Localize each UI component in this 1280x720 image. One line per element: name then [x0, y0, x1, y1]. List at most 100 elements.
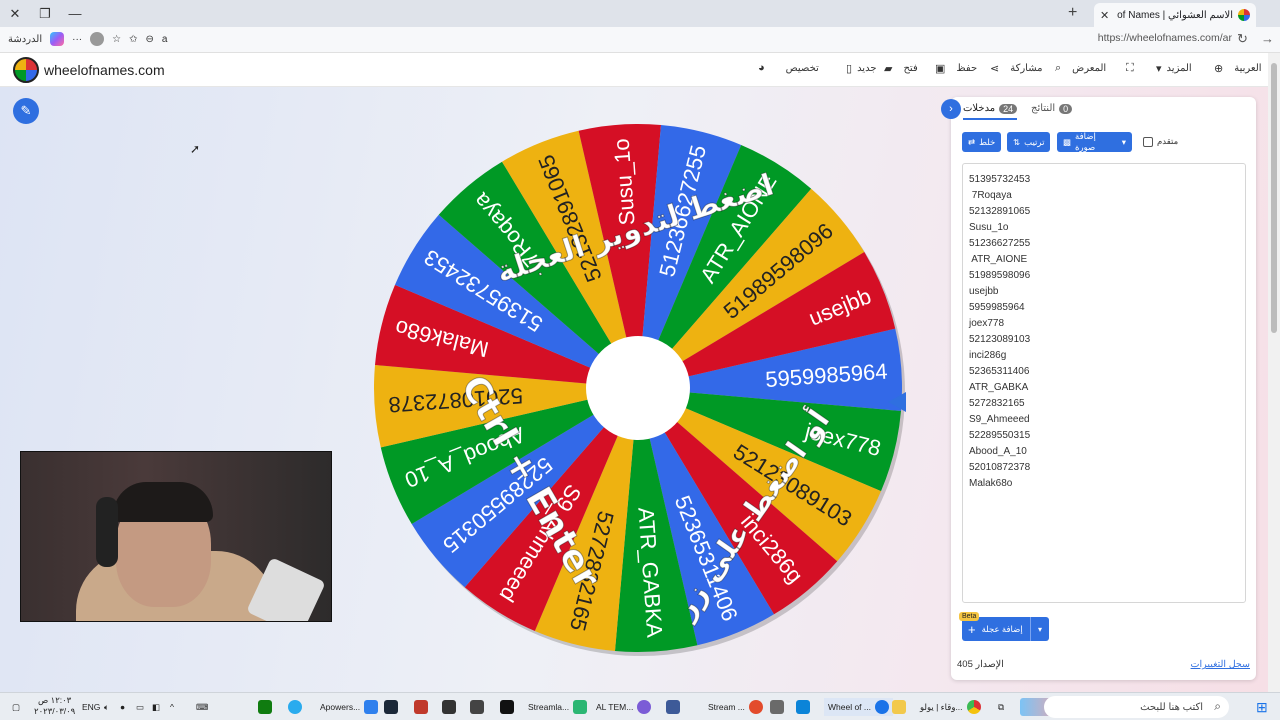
language-indicator[interactable]: ENG: [82, 698, 100, 716]
nav-label: العربية: [1234, 63, 1262, 74]
entry-line[interactable]: Abood_A_10: [969, 444, 1239, 460]
steam-app-icon[interactable]: [384, 698, 398, 716]
entry-line[interactable]: inci286g: [969, 348, 1239, 364]
nav-more[interactable]: ▾ المزيد: [1156, 62, 1192, 75]
translate-icon[interactable]: a: [162, 34, 168, 45]
refresh-icon[interactable]: ↻: [1237, 31, 1248, 47]
nav-gallery[interactable]: ⌕ المعرض: [1055, 62, 1106, 75]
entry-line[interactable]: 52010872378: [969, 460, 1239, 476]
telegram-app-icon[interactable]: [288, 698, 302, 716]
back-icon[interactable]: →: [1261, 31, 1274, 46]
entry-line[interactable]: 52132891065: [969, 204, 1239, 220]
chevron-up-icon[interactable]: ^: [170, 698, 174, 716]
entry-line[interactable]: ATR_AIONE: [969, 252, 1239, 268]
url-text[interactable]: https://wheelofnames.com/ar: [1098, 32, 1232, 44]
app-icon[interactable]: [770, 698, 784, 716]
minimize-window-icon[interactable]: —: [60, 0, 90, 27]
nav-save[interactable]: ▣ حفظ: [935, 62, 977, 75]
taskbar-app-wheel[interactable]: Wheel of ...: [824, 698, 893, 716]
tab-entries[interactable]: مدخلات 24: [963, 103, 1018, 120]
close-tab-icon[interactable]: ✕: [1100, 9, 1109, 22]
entries-count-badge: 24: [999, 103, 1018, 114]
restore-window-icon[interactable]: ❐: [30, 0, 60, 27]
nav-label: فتح: [903, 63, 918, 74]
app-icon[interactable]: [470, 698, 484, 716]
keyboard-icon[interactable]: ⌨: [196, 698, 208, 716]
page-scrollbar[interactable]: [1268, 53, 1280, 692]
entry-line[interactable]: S9_Ahmeeed: [969, 412, 1239, 428]
start-icon[interactable]: ⊞: [1256, 699, 1268, 716]
notification-icon[interactable]: ▢: [12, 698, 20, 716]
taskbar-search[interactable]: اكتب هنا للبحث ⌕: [1044, 696, 1229, 718]
webcam-person-hair: [113, 482, 213, 522]
scrollbar-thumb[interactable]: [1271, 63, 1277, 333]
nav-customize[interactable]: ◕ تخصيص: [758, 62, 819, 74]
close-window-icon[interactable]: ✕: [0, 0, 30, 27]
entries-textarea[interactable]: 51395732453 7Roqaya 52132891065 Susu_1o 512…: [962, 163, 1246, 603]
entry-line[interactable]: 5272832165: [969, 396, 1239, 412]
app-icon[interactable]: [442, 698, 456, 716]
favorites-icon[interactable]: ☆: [112, 34, 121, 45]
file-explorer-icon[interactable]: [892, 698, 906, 716]
entry-line[interactable]: joex778: [969, 316, 1239, 332]
entry-line[interactable]: 51395732453: [969, 172, 1239, 188]
app-icon[interactable]: [414, 698, 428, 716]
taskbar-clock[interactable]: ١٢:٠٣ ص ٢٠٢٣/٠٣/٠٩: [34, 695, 75, 717]
changelog-link[interactable]: سجل التغييرات: [1191, 659, 1250, 670]
new-tab-icon[interactable]: +: [1068, 4, 1077, 22]
entry-line[interactable]: 51989598096: [969, 268, 1239, 284]
entry-line[interactable]: ATR_GABKA: [969, 380, 1239, 396]
chat-label[interactable]: الدردشة: [8, 34, 42, 45]
xbox-app-icon[interactable]: [258, 698, 272, 716]
entry-line[interactable]: Susu_1o: [969, 220, 1239, 236]
nav-open[interactable]: ▰ فتح: [884, 62, 918, 75]
edit-pencil-icon[interactable]: ✎: [13, 98, 39, 124]
entry-line[interactable]: 52365311406: [969, 364, 1239, 380]
profile-icon[interactable]: [90, 32, 105, 46]
mic-icon[interactable]: ●: [120, 698, 125, 716]
more-icon[interactable]: ···: [72, 34, 82, 45]
task-view-icon[interactable]: ⧉: [998, 698, 1004, 716]
taskbar-app-stream[interactable]: Stream ...: [708, 698, 763, 716]
nav-label: تخصيص: [785, 62, 819, 74]
tiktok-app-icon[interactable]: [500, 698, 514, 716]
taskbar-app-chrome[interactable]: وقاء | يولو...: [920, 698, 981, 716]
brand-name[interactable]: wheelofnames.com: [44, 62, 165, 78]
taskbar-app-apowersoft[interactable]: Apowers...: [320, 698, 379, 716]
chevron-down-icon[interactable]: ▾: [1031, 625, 1049, 634]
entry-line[interactable]: 52123089103: [969, 332, 1239, 348]
entry-line[interactable]: Malak68o: [969, 476, 1239, 492]
nav-new[interactable]: ▯ جديد: [846, 62, 877, 75]
wheel[interactable]: 5959985964 joex778 52123089103 inci286g 5236…: [370, 120, 906, 656]
volume-icon[interactable]: 🔈︎: [104, 698, 109, 716]
tray-icon[interactable]: ◧: [152, 698, 160, 716]
app-icon[interactable]: [796, 698, 810, 716]
entry-line[interactable]: 51236627255: [969, 236, 1239, 252]
taskbar-app-altem[interactable]: AL TEM...: [596, 698, 652, 716]
network-icon[interactable]: ▭: [136, 698, 144, 716]
taskbar-app-streamlabs[interactable]: Streamla...: [528, 698, 588, 716]
chevron-down-icon[interactable]: ▾: [1122, 137, 1126, 148]
entry-line[interactable]: 5959985964: [969, 300, 1239, 316]
entry-line[interactable]: 7Roqaya: [969, 188, 1239, 204]
collapse-panel-button[interactable]: ›: [941, 99, 961, 119]
wheel-center[interactable]: [586, 336, 690, 440]
sort-button[interactable]: ⇅ ترتيب: [1007, 132, 1051, 152]
copilot-icon[interactable]: [50, 32, 65, 46]
logo-icon[interactable]: [13, 57, 39, 83]
entry-line[interactable]: usejbb: [969, 284, 1239, 300]
reading-icon[interactable]: ⊖: [145, 34, 153, 45]
shuffle-button[interactable]: ⇄ خلط: [962, 132, 1002, 152]
nav-language[interactable]: ⊕ العربية: [1214, 62, 1262, 75]
browser-tab[interactable]: الاسم العشوائي | Wheel of Names ✕: [1094, 3, 1256, 27]
advanced-checkbox[interactable]: [1143, 137, 1153, 147]
nav-fullscreen[interactable]: ⛶: [1126, 62, 1134, 75]
entry-line[interactable]: 52289550315: [969, 428, 1239, 444]
add-image-button[interactable]: ▩ إضافة صورة ▾: [1057, 131, 1132, 152]
wheel-svg[interactable]: 5959985964joex77852123089103inci286g5236…: [370, 120, 906, 656]
star-icon[interactable]: ✩: [129, 34, 137, 45]
fullscreen-icon: ⛶: [1126, 62, 1134, 74]
nav-share[interactable]: ⋖ مشاركة: [990, 62, 1043, 75]
tab-results[interactable]: النتائج 0: [1031, 103, 1073, 114]
app-icon[interactable]: [666, 698, 680, 716]
